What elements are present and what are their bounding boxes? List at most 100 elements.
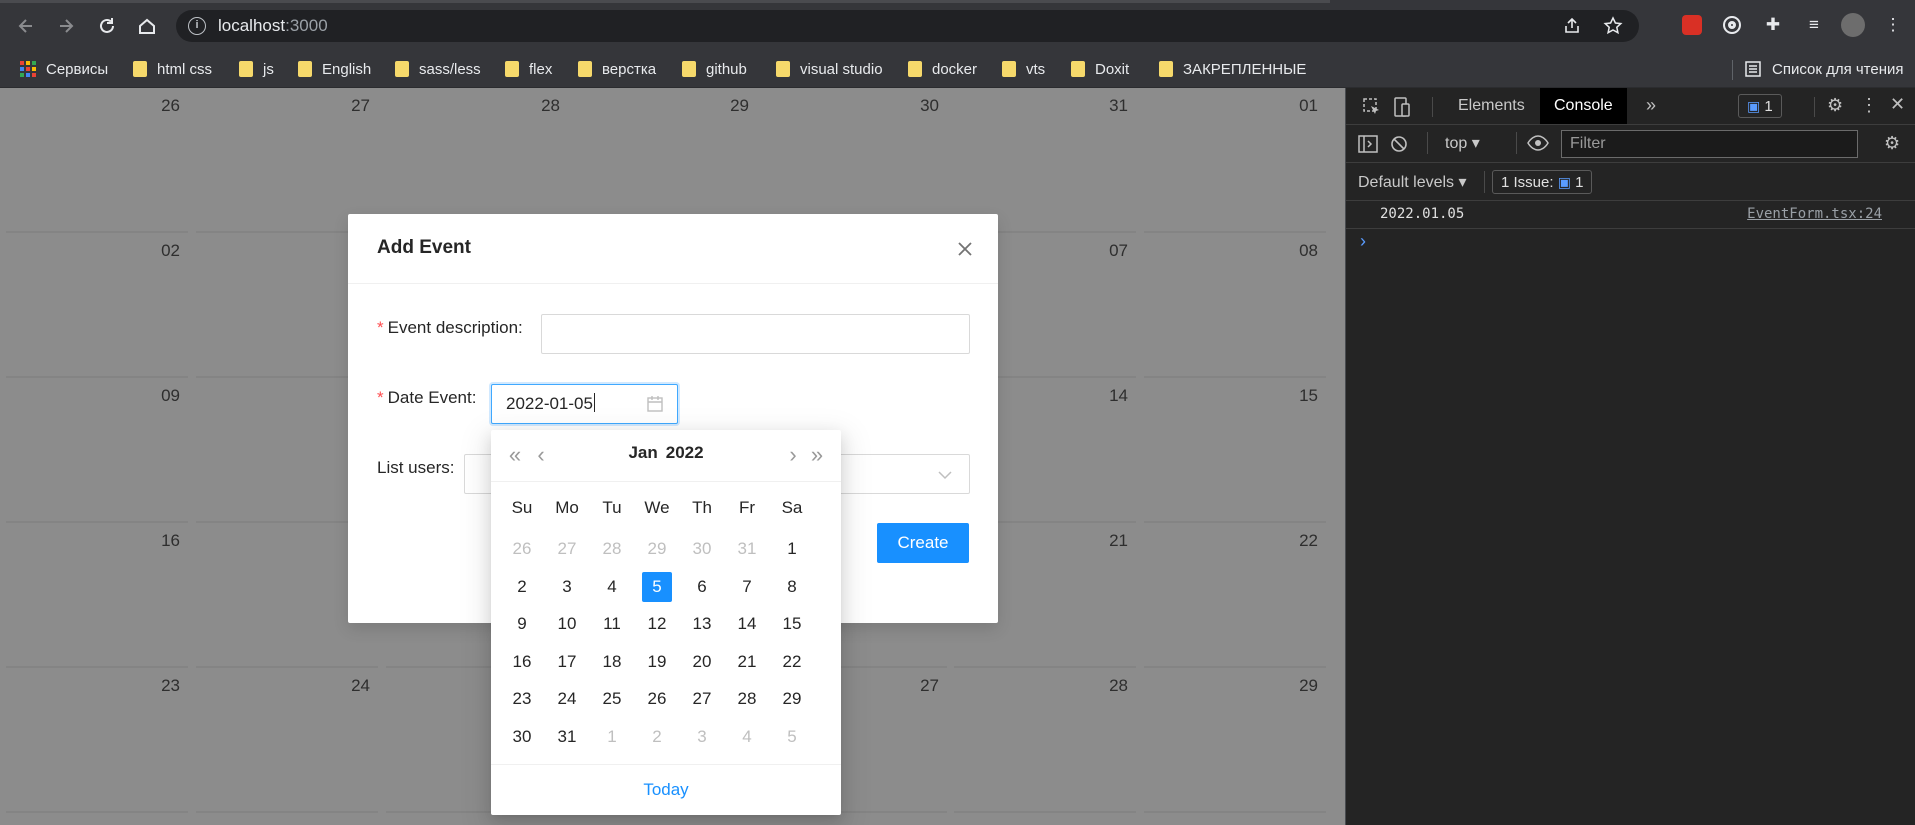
extension-target-icon[interactable] xyxy=(1719,12,1745,38)
date-cell[interactable]: 11 xyxy=(592,609,632,639)
date-cell[interactable]: 31 xyxy=(727,534,767,564)
issues-count: 1 xyxy=(1764,98,1773,115)
home-button[interactable] xyxy=(133,12,161,40)
bookmark-item[interactable]: vts xyxy=(1002,50,1045,88)
sidebar-toggle-icon[interactable] xyxy=(1358,135,1378,153)
date-cell[interactable]: 23 xyxy=(502,684,542,714)
date-cell[interactable]: 16 xyxy=(502,647,542,677)
date-cell[interactable]: 28 xyxy=(727,684,767,714)
site-info-icon[interactable]: i xyxy=(188,17,206,35)
tab-elements[interactable]: Elements xyxy=(1444,88,1539,124)
issues-counter-badge[interactable]: ▣ 1 xyxy=(1738,94,1782,118)
share-icon[interactable] xyxy=(1563,17,1581,35)
back-button[interactable] xyxy=(12,12,40,40)
bookmark-item[interactable]: ЗАКРЕПЛЕННЫЕ xyxy=(1159,50,1306,88)
date-cell[interactable]: 21 xyxy=(727,647,767,677)
bookmark-item[interactable]: docker xyxy=(908,50,977,88)
date-cell[interactable]: 27 xyxy=(547,534,587,564)
forward-button[interactable] xyxy=(52,12,80,40)
eye-icon[interactable] xyxy=(1527,135,1549,151)
tab-console[interactable]: Console xyxy=(1540,88,1627,124)
create-button[interactable]: Create xyxy=(877,523,969,563)
settings-gear-icon[interactable]: ⚙ xyxy=(1827,95,1843,116)
date-cell[interactable]: 26 xyxy=(502,534,542,564)
reading-list-button[interactable]: Список для чтения xyxy=(1744,50,1904,88)
picker-month[interactable]: Jan xyxy=(628,443,657,462)
date-cell[interactable]: 3 xyxy=(547,572,587,602)
date-cell[interactable]: 27 xyxy=(682,684,722,714)
bookmark-item[interactable]: js xyxy=(239,50,274,88)
bookmark-item[interactable]: Сервисы xyxy=(20,50,108,88)
date-cell[interactable]: 22 xyxy=(772,647,812,677)
extensions-puzzle-icon[interactable]: ✚ xyxy=(1760,12,1786,38)
date-cell[interactable]: 29 xyxy=(772,684,812,714)
bookmark-item[interactable]: github xyxy=(682,50,747,88)
date-cell[interactable]: 25 xyxy=(592,684,632,714)
date-cell[interactable]: 5 xyxy=(772,722,812,752)
issues-button[interactable]: 1 Issue: ▣ 1 xyxy=(1492,170,1593,194)
profile-avatar[interactable] xyxy=(1840,12,1866,38)
date-cell[interactable]: 15 xyxy=(772,609,812,639)
inspect-element-icon[interactable] xyxy=(1362,97,1382,117)
reload-button[interactable] xyxy=(93,12,121,40)
extension-red-icon[interactable] xyxy=(1679,12,1705,38)
today-link[interactable]: Today xyxy=(491,780,841,800)
date-cell[interactable]: 7 xyxy=(727,572,767,602)
date-cell[interactable]: 4 xyxy=(592,572,632,602)
date-cell[interactable]: 5 xyxy=(637,571,677,602)
date-cell[interactable]: 28 xyxy=(592,534,632,564)
next-year-button[interactable]: » xyxy=(805,441,829,469)
console-filter-input[interactable]: Filter xyxy=(1561,130,1858,158)
more-options-icon[interactable]: ⋮ xyxy=(1860,95,1878,116)
date-event-input[interactable]: 2022-01-05 xyxy=(491,384,678,424)
menu-kebab-icon[interactable]: ⋮ xyxy=(1880,12,1906,38)
date-cell[interactable]: 19 xyxy=(637,647,677,677)
date-cell[interactable]: 12 xyxy=(637,609,677,639)
event-description-input[interactable] xyxy=(541,314,970,354)
bookmark-item[interactable]: sass/less xyxy=(395,50,481,88)
clear-console-icon[interactable] xyxy=(1390,135,1408,153)
date-cell[interactable]: 26 xyxy=(637,684,677,714)
date-cell[interactable]: 18 xyxy=(592,647,632,677)
console-prompt[interactable]: › xyxy=(1360,231,1366,252)
picker-year[interactable]: 2022 xyxy=(666,443,704,462)
date-cell[interactable]: 24 xyxy=(547,684,587,714)
bookmark-item[interactable]: html css xyxy=(133,50,212,88)
date-cell[interactable]: 20 xyxy=(682,647,722,677)
date-cell[interactable]: 4 xyxy=(727,722,767,752)
date-cell[interactable]: 13 xyxy=(682,609,722,639)
date-cell[interactable]: 8 xyxy=(772,572,812,602)
date-cell[interactable]: 3 xyxy=(682,722,722,752)
more-tabs-icon[interactable]: » xyxy=(1646,95,1656,116)
date-cell[interactable]: 1 xyxy=(592,722,632,752)
next-month-button[interactable]: › xyxy=(781,441,805,469)
date-cell[interactable]: 17 xyxy=(547,647,587,677)
context-selector[interactable]: top ▾ xyxy=(1445,133,1480,153)
date-cell[interactable]: 31 xyxy=(547,722,587,752)
date-cell[interactable]: 1 xyxy=(772,534,812,564)
bookmark-item[interactable]: flex xyxy=(505,50,552,88)
date-cell[interactable]: 10 xyxy=(547,609,587,639)
address-bar[interactable]: i localhost:3000 xyxy=(176,10,1639,42)
date-cell[interactable]: 14 xyxy=(727,609,767,639)
log-levels-dropdown[interactable]: Default levels ▾ xyxy=(1358,172,1467,192)
media-queue-icon[interactable]: ≡ xyxy=(1801,12,1827,38)
date-cell[interactable]: 2 xyxy=(502,572,542,602)
date-cell[interactable]: 30 xyxy=(682,534,722,564)
bookmark-item[interactable]: верстка xyxy=(578,50,656,88)
date-cell[interactable]: 2 xyxy=(637,722,677,752)
close-devtools-icon[interactable]: ✕ xyxy=(1890,94,1905,115)
bookmark-item[interactable]: English xyxy=(298,50,371,88)
console-settings-gear-icon[interactable]: ⚙ xyxy=(1884,133,1900,154)
date-cell[interactable]: 9 xyxy=(502,609,542,639)
date-cell[interactable]: 6 xyxy=(682,572,722,602)
bookmark-item[interactable]: visual studio xyxy=(776,50,883,88)
bookmark-item[interactable]: Doxit xyxy=(1071,50,1129,88)
modal-close-button[interactable] xyxy=(952,236,978,262)
date-cell[interactable]: 30 xyxy=(502,722,542,752)
date-cell[interactable]: 29 xyxy=(637,534,677,564)
star-icon[interactable] xyxy=(1603,16,1623,36)
device-toolbar-icon[interactable] xyxy=(1392,96,1412,118)
log-source-link[interactable]: EventForm.tsx:24 xyxy=(1747,206,1882,222)
calendar-icon[interactable] xyxy=(646,395,664,413)
